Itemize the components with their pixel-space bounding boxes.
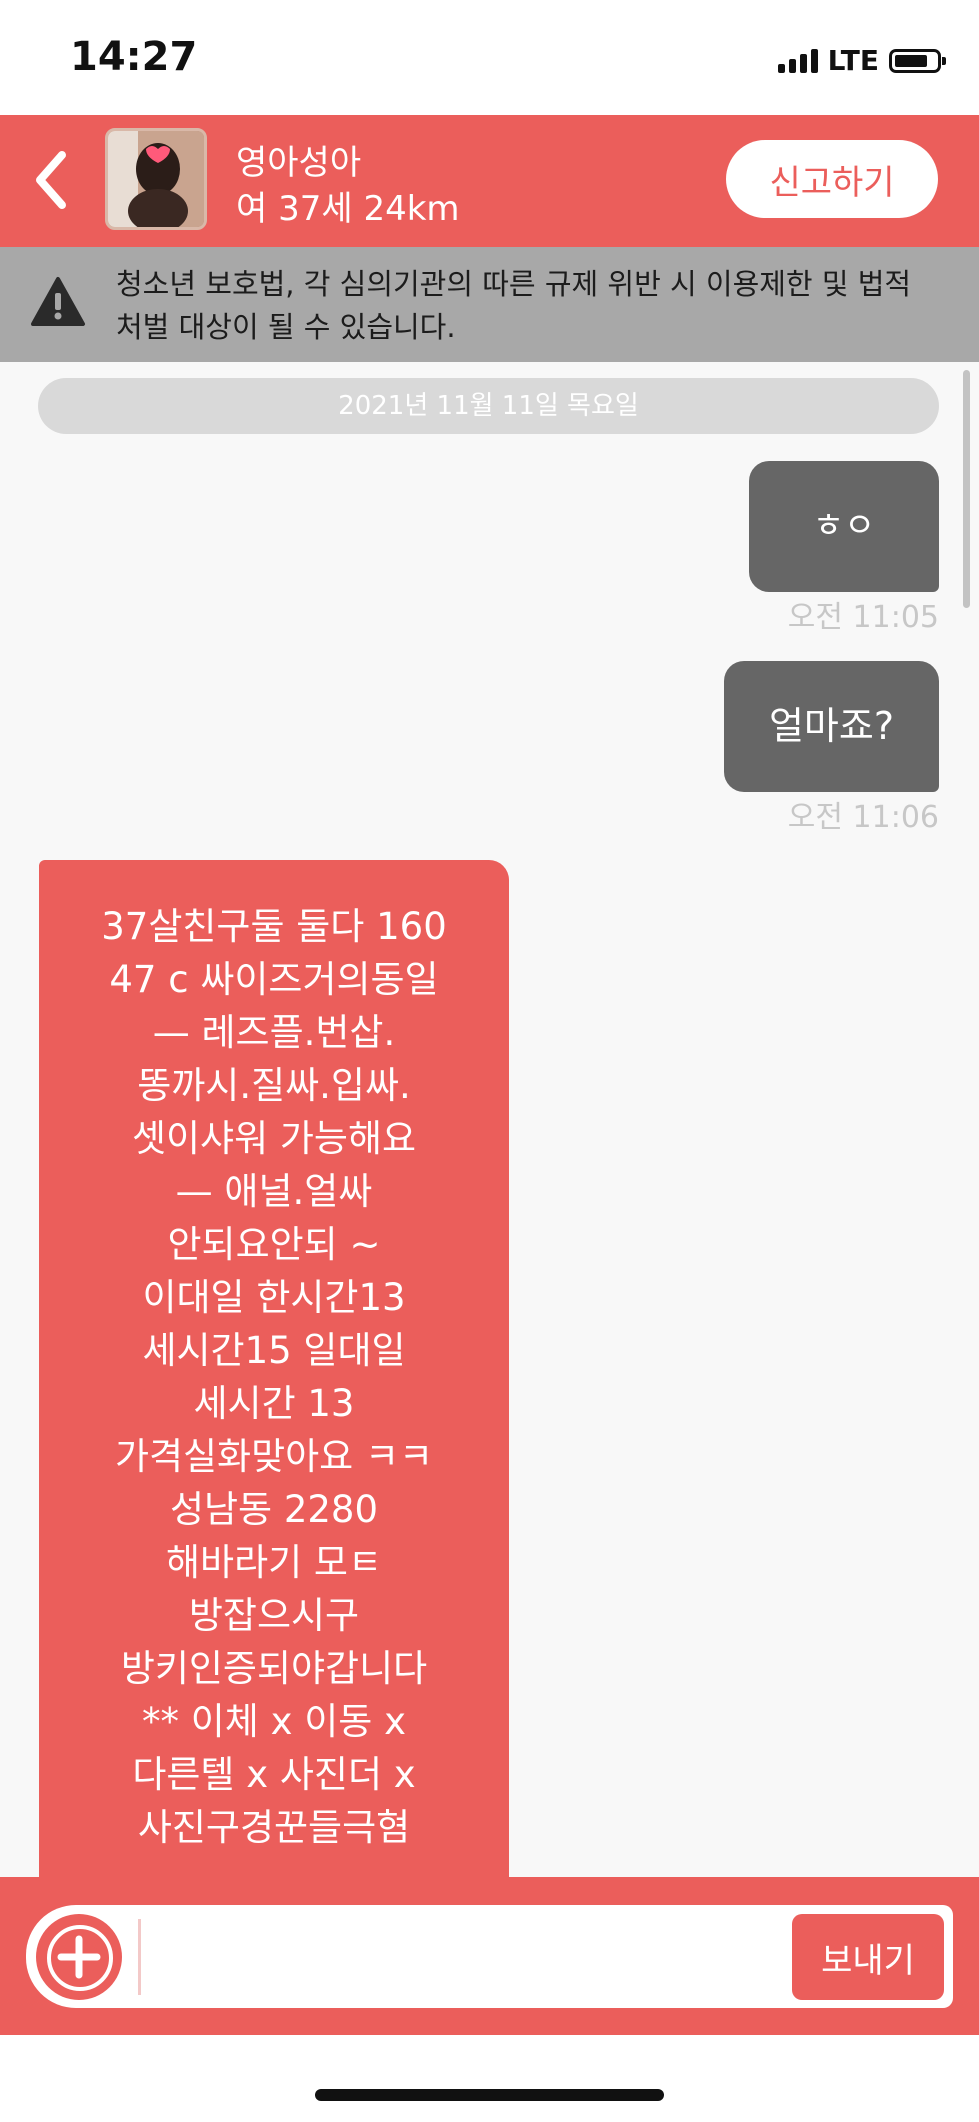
battery-icon	[889, 48, 946, 73]
status-bar: 14:27 LTE	[0, 0, 979, 115]
home-indicator[interactable]	[315, 2089, 664, 2101]
incoming-message[interactable]: 37살친구둘 둘다 160 47 c 싸이즈거의동일 — 레즈플.번삽. 똥까시…	[39, 860, 509, 1880]
home-area	[0, 2035, 979, 2122]
text-cursor	[138, 1919, 141, 1995]
peer-info: 여 37세 24km	[236, 189, 460, 229]
report-button[interactable]: 신고하기	[726, 140, 938, 218]
message-time: 오전 11:05	[787, 600, 939, 635]
message-list[interactable]: 2021년 11월 11일 목요일 ㅎㅇ 오전 11:05 얼마죠? 오전 11…	[0, 362, 979, 1880]
peer-name: 영아성아	[236, 143, 362, 183]
status-time: 14:27	[70, 34, 198, 80]
add-attachment-button[interactable]	[36, 1914, 122, 2000]
scrollbar[interactable]	[963, 370, 970, 608]
plus-circle-icon	[57, 1935, 101, 1979]
input-box: 보내기	[26, 1905, 953, 2008]
outgoing-message[interactable]: 얼마죠?	[724, 661, 939, 792]
warning-text: 청소년 보호법, 각 심의기관의 따른 규제 위반 시 이용제한 및 법적처벌 …	[116, 267, 912, 344]
send-button[interactable]: 보내기	[792, 1914, 944, 2000]
chat-header: 영아성아 여 37세 24km 신고하기	[0, 115, 979, 247]
message-input[interactable]	[146, 1919, 790, 1997]
signal-icon	[777, 48, 818, 73]
message-time: 오전 11:06	[787, 800, 939, 835]
network-label: LTE	[827, 44, 879, 77]
warning-banner: 청소년 보호법, 각 심의기관의 따른 규제 위반 시 이용제한 및 법적처벌 …	[0, 247, 979, 362]
status-indicators: LTE	[777, 44, 946, 77]
avatar-photo	[108, 131, 204, 227]
input-bar: 보내기	[0, 1877, 979, 2035]
outgoing-message[interactable]: ㅎㅇ	[749, 461, 939, 592]
date-divider: 2021년 11월 11일 목요일	[38, 378, 939, 434]
back-button[interactable]	[28, 147, 78, 213]
avatar[interactable]	[105, 128, 207, 230]
warning-triangle-icon	[31, 277, 85, 326]
chevron-left-icon	[36, 151, 66, 209]
